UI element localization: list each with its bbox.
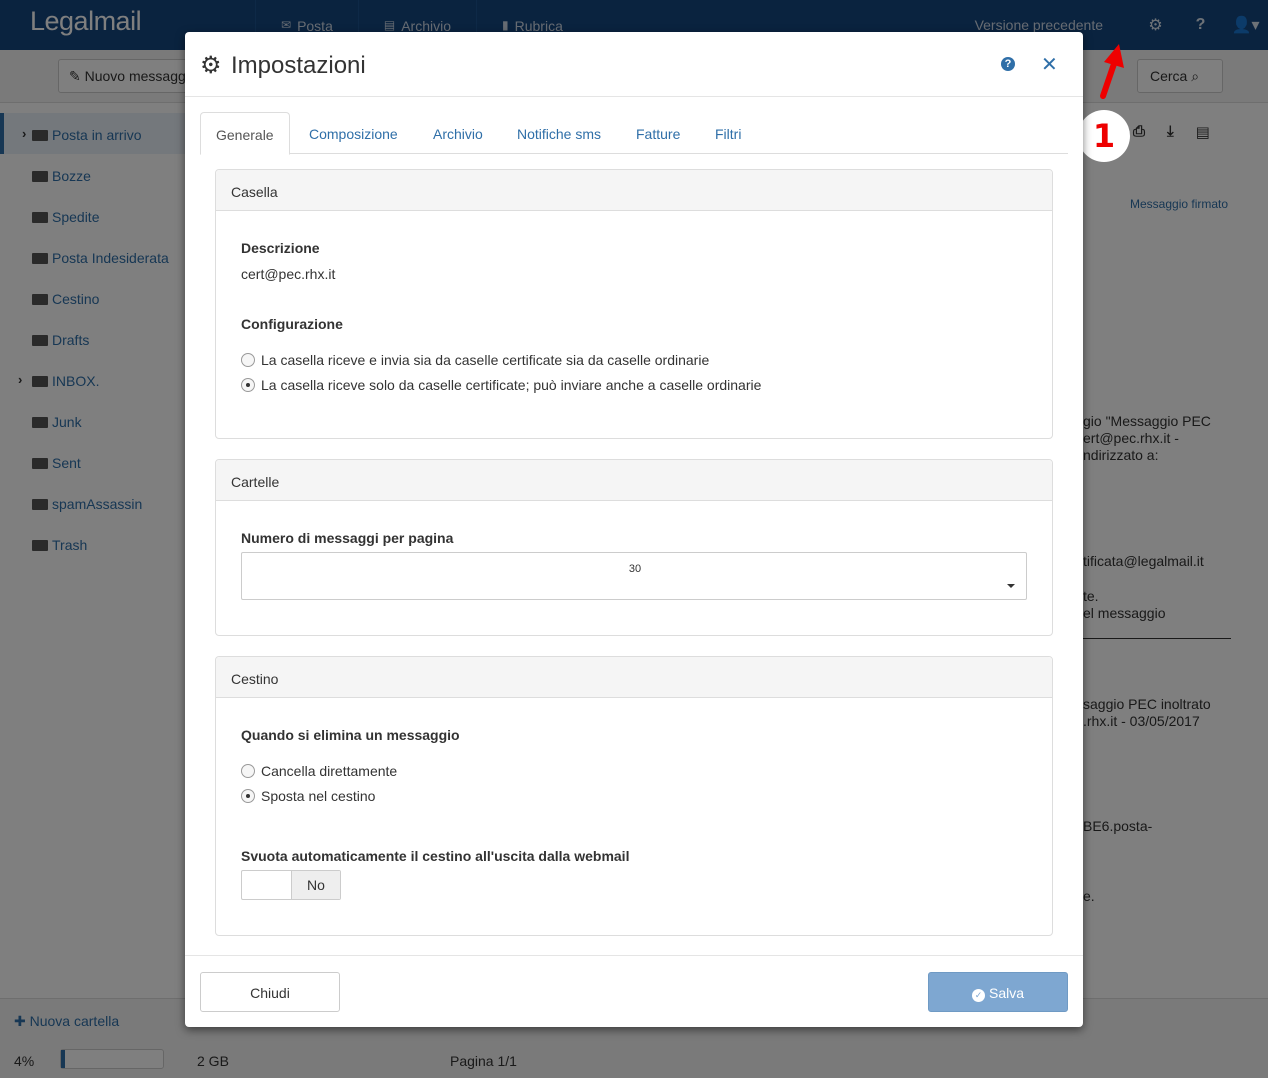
cartelle-panel: Cartelle Numero di messaggi per pagina 3… — [215, 459, 1053, 636]
save-label: Salva — [988, 985, 1025, 1001]
auto-empty-toggle-state: No — [291, 871, 340, 899]
on-delete-label: Quando si elimina un messaggio — [241, 727, 460, 743]
modal-header: ⚙ Impostazioni ? ✕ — [185, 32, 1083, 97]
radio-label: La casella riceve solo da caselle certif… — [261, 377, 762, 393]
auto-empty-toggle[interactable]: No — [241, 870, 341, 900]
radio-button-selected[interactable] — [241, 378, 255, 392]
settings-tabs: Generale Composizione Archivio Notifiche… — [200, 112, 1068, 155]
gear-icon: ⚙ — [200, 52, 222, 79]
config-option-certified-only[interactable]: La casella riceve solo da caselle certif… — [241, 377, 761, 393]
description-value: cert@pec.rhx.it — [241, 266, 336, 282]
delete-option-direct[interactable]: Cancella direttamente — [241, 763, 397, 779]
cartelle-panel-header: Cartelle — [216, 460, 1052, 501]
casella-panel-header: Casella — [216, 170, 1052, 211]
settings-modal: ⚙ Impostazioni ? ✕ Generale Composizione… — [185, 32, 1083, 1027]
auto-empty-label: Svuota automaticamente il cestino all'us… — [241, 848, 630, 864]
configuration-label: Configurazione — [241, 316, 343, 332]
caret-down-icon — [1007, 584, 1015, 588]
cestino-panel: Cestino Quando si elimina un messaggio C… — [215, 656, 1053, 936]
modal-footer: Chiudi ✓ Salva — [185, 955, 1083, 1027]
messages-per-page-label: Numero di messaggi per pagina — [241, 530, 454, 546]
radio-button-selected[interactable] — [241, 789, 255, 803]
config-option-mixed[interactable]: La casella riceve e invia sia da caselle… — [241, 352, 709, 368]
tab-archivio[interactable]: Archivio — [433, 112, 483, 154]
modal-title: Impostazioni — [231, 52, 366, 79]
check-circle-icon: ✓ — [971, 989, 985, 1002]
messages-per-page-value: 30 — [628, 563, 642, 575]
close-button[interactable]: Chiudi — [200, 972, 340, 1012]
save-button[interactable]: ✓ Salva — [928, 972, 1068, 1012]
tab-fatture[interactable]: Fatture — [636, 112, 680, 154]
annotation-badge-1: 1 — [1078, 110, 1130, 162]
description-label: Descrizione — [241, 240, 320, 256]
close-icon[interactable]: ✕ — [1041, 52, 1058, 77]
cestino-panel-header: Cestino — [216, 657, 1052, 698]
messages-per-page-select[interactable]: 30 — [241, 552, 1027, 600]
radio-label: La casella riceve e invia sia da caselle… — [261, 352, 710, 368]
casella-panel: Casella Descrizione cert@pec.rhx.it Conf… — [215, 169, 1053, 439]
radio-label: Sposta nel cestino — [261, 788, 376, 804]
radio-button[interactable] — [241, 764, 255, 778]
tab-composizione[interactable]: Composizione — [309, 112, 398, 154]
radio-label: Cancella direttamente — [261, 763, 398, 779]
delete-option-move-to-trash[interactable]: Sposta nel cestino — [241, 788, 375, 804]
tab-generale[interactable]: Generale — [200, 112, 290, 155]
radio-button[interactable] — [241, 353, 255, 367]
tab-notifiche-sms[interactable]: Notifiche sms — [517, 112, 601, 154]
help-icon[interactable]: ? — [1001, 57, 1015, 71]
tab-filtri[interactable]: Filtri — [715, 112, 741, 154]
